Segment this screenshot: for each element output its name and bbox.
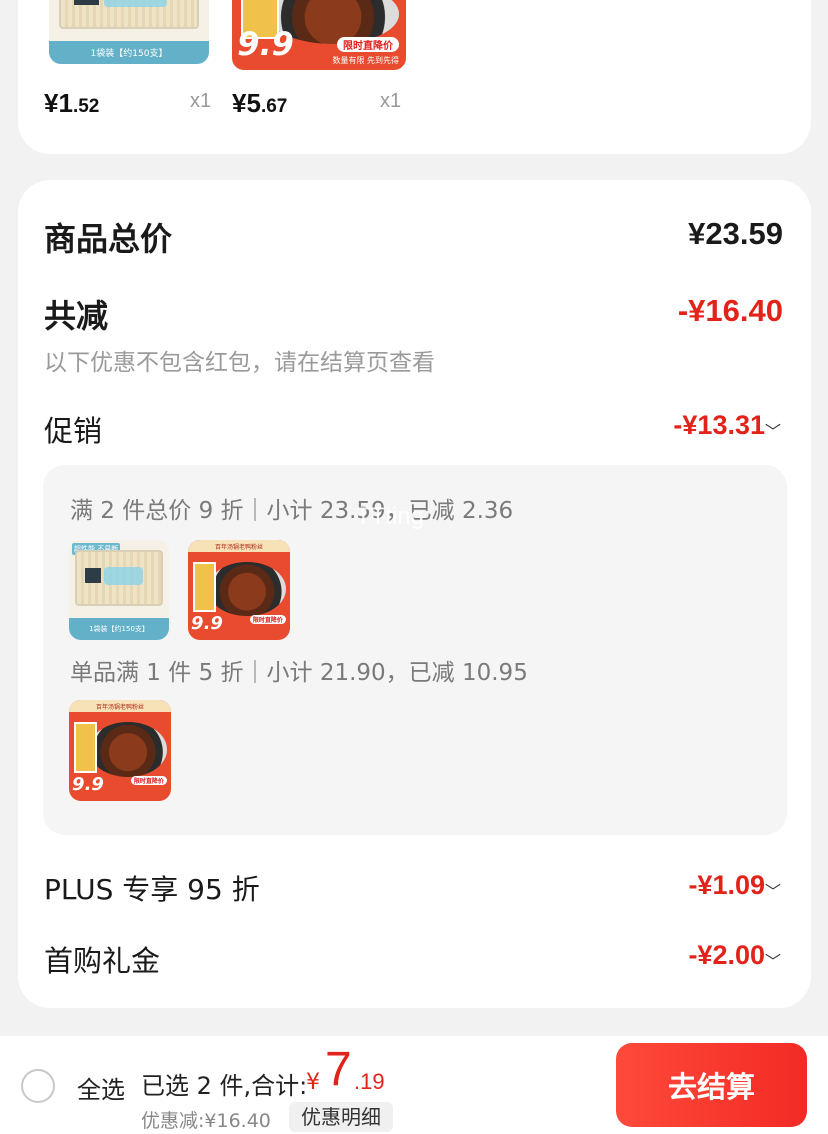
product-thumbnail-duck-soup[interactable]: 百年汤锅老鸭粉丝 9.9 限时直降价 bbox=[188, 540, 290, 640]
product-header-tag: 百年汤锅老鸭粉丝 bbox=[69, 700, 171, 713]
promo-subtext: 数量有限 先到先得 bbox=[332, 55, 400, 65]
cart-items-card: 1袋装【约150支】 9.9 限时直降价 数量有限 先到先得 ¥1.52 x1 … bbox=[18, 0, 811, 154]
total-price-label: 商品总价 bbox=[44, 220, 173, 258]
reduction-note: 以下优惠不包含红包，请在结算页查看 bbox=[44, 350, 435, 376]
watermark-text: TTting bbox=[356, 503, 425, 530]
plus-discount-label: PLUS 专享 95 折 bbox=[44, 873, 260, 906]
promo-price-label: 9.9 bbox=[237, 25, 294, 64]
discount-detail-button[interactable]: 优惠明细 bbox=[289, 1102, 393, 1132]
promotion-label: 促销 bbox=[44, 414, 103, 448]
checkout-bar: 全选 已选 2 件,合计: ¥ 7 .19 优惠减:¥16.40 优惠明细 去结… bbox=[0, 1036, 828, 1134]
promotion-detail-panel: 满 2 件总价 9 折｜小计 23.59，已减 2.36 TTting 超性能 … bbox=[43, 465, 787, 835]
chevron-down-icon: ﹀ bbox=[764, 882, 781, 901]
promo-price-label: 9.9 bbox=[72, 773, 104, 795]
checkout-button[interactable]: 去结算 bbox=[616, 1043, 807, 1127]
promotion-rule-1: 满 2 件总价 9 折｜小计 23.59，已减 2.36 bbox=[70, 498, 514, 524]
product-thumbnail-duck-soup[interactable]: 9.9 限时直降价 数量有限 先到先得 bbox=[232, 0, 406, 70]
first-purchase-gift-value: -¥2.00 bbox=[688, 940, 765, 970]
item-price: ¥5.67 bbox=[232, 88, 288, 118]
soup-bowl-image bbox=[208, 562, 286, 616]
total-amount-integer: 7 bbox=[325, 1043, 352, 1096]
promotion-value: -¥13.31 bbox=[673, 410, 765, 440]
total-price-value: ¥23.59 bbox=[688, 216, 783, 251]
product-thumbnail-noodles[interactable]: 超性能 不易断 1袋装【约150支】 bbox=[69, 540, 169, 640]
product-header-tag: 百年汤锅老鸭粉丝 bbox=[188, 540, 290, 552]
promotion-toggle[interactable]: -¥13.31 ﹀ bbox=[641, 408, 781, 448]
plus-discount-value: -¥1.09 bbox=[688, 870, 765, 900]
product-thumbnail-noodles[interactable]: 1袋装【约150支】 bbox=[49, 0, 209, 64]
noodle-package-image bbox=[58, 0, 200, 29]
item-quantity: x1 bbox=[380, 90, 402, 112]
promotion-rule-2: 单品满 1 件 5 折｜小计 21.90，已减 10.95 bbox=[70, 660, 528, 686]
discount-summary: 优惠减:¥16.40 bbox=[141, 1110, 271, 1132]
promo-badge: 限时直降价 bbox=[337, 37, 400, 53]
total-reduction-label: 共减 bbox=[44, 297, 109, 335]
promo-badge: 限时直降价 bbox=[130, 775, 167, 785]
total-currency: ¥ bbox=[306, 1070, 320, 1095]
noodle-pack-tag: 1袋装【约150支】 bbox=[49, 41, 209, 64]
product-box-image bbox=[193, 562, 216, 612]
total-amount-decimal: .19 bbox=[354, 1069, 385, 1094]
chevron-down-icon: ﹀ bbox=[764, 952, 781, 971]
promo-price-label: 9.9 bbox=[191, 613, 223, 634]
product-box-image bbox=[74, 722, 97, 773]
item-quantity: x1 bbox=[190, 90, 212, 112]
selected-count-text: 已选 2 件,合计: bbox=[141, 1072, 308, 1100]
first-purchase-gift-toggle[interactable]: -¥2.00 ﹀ bbox=[641, 938, 781, 978]
chevron-down-icon: ﹀ bbox=[764, 422, 781, 441]
noodle-pack-tag: 1袋装【约150支】 bbox=[69, 618, 169, 640]
total-reduction-value: -¥16.40 bbox=[677, 293, 783, 328]
first-purchase-gift-label: 首购礼金 bbox=[44, 944, 161, 978]
select-all-label[interactable]: 全选 bbox=[77, 1070, 125, 1105]
soup-bowl-image bbox=[89, 722, 167, 777]
product-thumbnail-duck-soup[interactable]: 百年汤锅老鸭粉丝 9.9 限时直降价 bbox=[69, 700, 171, 801]
plus-discount-toggle[interactable]: -¥1.09 ﹀ bbox=[641, 868, 781, 908]
item-price: ¥1.52 bbox=[44, 88, 100, 118]
promo-badge: 限时直降价 bbox=[249, 615, 286, 624]
select-all-radio[interactable] bbox=[21, 1069, 55, 1103]
price-summary-card: 商品总价 ¥23.59 共减 -¥16.40 以下优惠不包含红包，请在结算页查看… bbox=[18, 180, 811, 1008]
noodle-package-image bbox=[75, 550, 163, 606]
